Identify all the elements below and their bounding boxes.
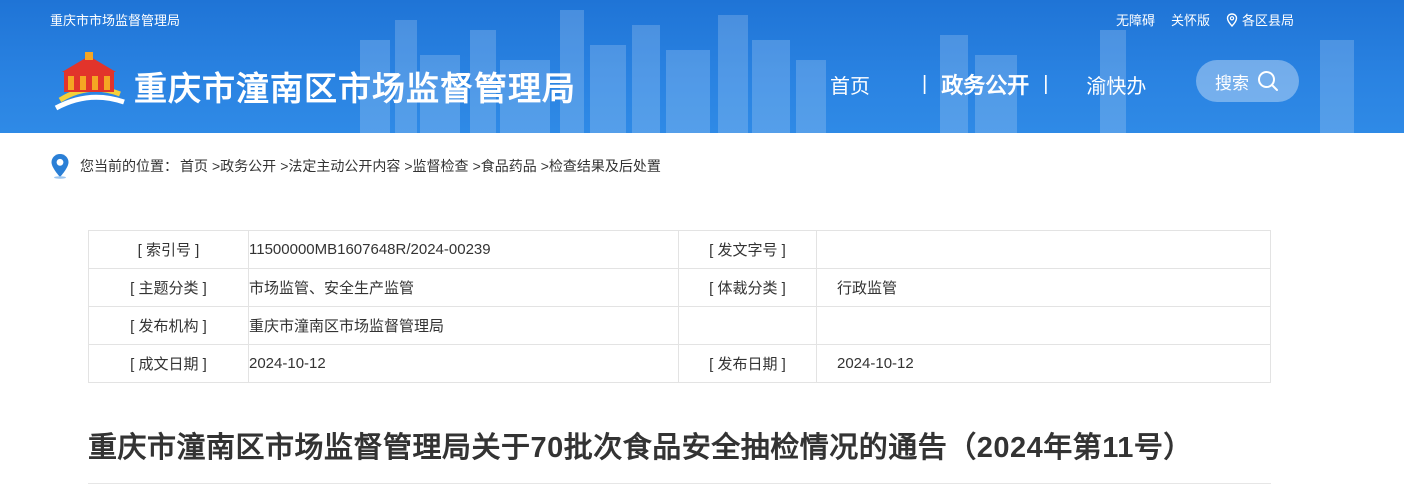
- search-button[interactable]: 搜索: [1196, 60, 1299, 102]
- info-value: [816, 306, 1271, 345]
- info-value-text: 重庆市潼南区市场监督管理局: [249, 318, 445, 335]
- table-row: [ 成文日期 ] 2024-10-12 [ 发布日期 ] 2024-10-12: [88, 344, 1271, 383]
- info-value: 行政监管: [816, 268, 1271, 307]
- nav-separator: |: [1043, 72, 1049, 95]
- top-links: 无障碍 关怀版 各区县局: [1116, 10, 1294, 29]
- breadcrumb-item[interactable]: >检查结果及后处置: [541, 156, 661, 176]
- info-key: [ 发文字号 ]: [678, 230, 817, 269]
- info-value: 市场监管、安全生产监管: [248, 268, 679, 307]
- main-nav: 首页 | 政务公开 | 渝快办: [830, 68, 1152, 100]
- info-key: [ 发布机构 ]: [88, 306, 249, 345]
- breadcrumb: 您当前的位置： 首页 >政务公开 >法定主动公开内容 >监督检查 >食品药品 >…: [50, 153, 665, 179]
- document-info-table: [ 索引号 ] 11500000MB1607648R/2024-00239 [ …: [88, 230, 1271, 383]
- title-divider: [88, 483, 1271, 484]
- info-value: 重庆市潼南区市场监督管理局: [248, 306, 679, 345]
- info-value: [816, 230, 1271, 269]
- districts-link[interactable]: 各区县局: [1226, 10, 1294, 29]
- info-value: 2024-10-12: [816, 344, 1271, 383]
- info-value-text: 11500000MB1607648R/2024-00239: [249, 241, 491, 258]
- nav-yukuaiban[interactable]: 渝快办: [1086, 70, 1152, 99]
- location-pin-icon: [1226, 13, 1238, 27]
- search-icon: [1258, 71, 1278, 91]
- senior-mode-link[interactable]: 关怀版: [1171, 10, 1210, 29]
- nav-open-gov[interactable]: 政务公开: [941, 68, 1029, 100]
- breadcrumb-item[interactable]: 首页: [180, 156, 208, 176]
- info-key: [ 体裁分类 ]: [678, 268, 817, 307]
- table-row: [ 主题分类 ] 市场监管、安全生产监管 [ 体裁分类 ] 行政监管: [88, 268, 1271, 307]
- breadcrumb-item[interactable]: >政务公开: [212, 156, 276, 176]
- info-value-text: 2024-10-12: [249, 355, 326, 372]
- parent-site-link[interactable]: 重庆市市场监督管理局: [50, 10, 180, 29]
- info-key: [ 发布日期 ]: [678, 344, 817, 383]
- nav-home[interactable]: 首页: [830, 70, 870, 99]
- site-title: 重庆市潼南区市场监督管理局: [134, 70, 576, 107]
- accessibility-link[interactable]: 无障碍: [1116, 10, 1155, 29]
- breadcrumb-item[interactable]: >监督检查: [404, 156, 468, 176]
- info-value: 2024-10-12: [248, 344, 679, 383]
- info-key: [ 主题分类 ]: [88, 268, 249, 307]
- breadcrumb-item[interactable]: >食品药品: [473, 156, 537, 176]
- search-label: 搜索: [1215, 73, 1249, 93]
- emblem-logo[interactable]: [50, 50, 128, 114]
- location-pin-icon: [51, 154, 69, 179]
- info-key: [678, 306, 817, 345]
- info-value-text: 市场监管、安全生产监管: [249, 280, 415, 297]
- table-row: [ 发布机构 ] 重庆市潼南区市场监督管理局: [88, 306, 1271, 345]
- table-row: [ 索引号 ] 11500000MB1607648R/2024-00239 [ …: [88, 230, 1271, 269]
- nav-separator: |: [922, 72, 928, 95]
- info-value: 11500000MB1607648R/2024-00239: [248, 230, 679, 269]
- info-key: [ 成文日期 ]: [88, 344, 249, 383]
- site-header: 重庆市市场监督管理局 无障碍 关怀版 各区县局 重庆市潼南区市场监督管理局 首页…: [0, 0, 1404, 133]
- breadcrumb-lead: 您当前的位置：: [80, 158, 178, 174]
- info-key: [ 索引号 ]: [88, 230, 249, 269]
- breadcrumb-item[interactable]: >法定主动公开内容: [280, 156, 400, 176]
- article-title: 重庆市潼南区市场监督管理局关于70批次食品安全抽检情况的通告（2024年第11号…: [88, 432, 1193, 464]
- districts-label: 各区县局: [1241, 13, 1294, 28]
